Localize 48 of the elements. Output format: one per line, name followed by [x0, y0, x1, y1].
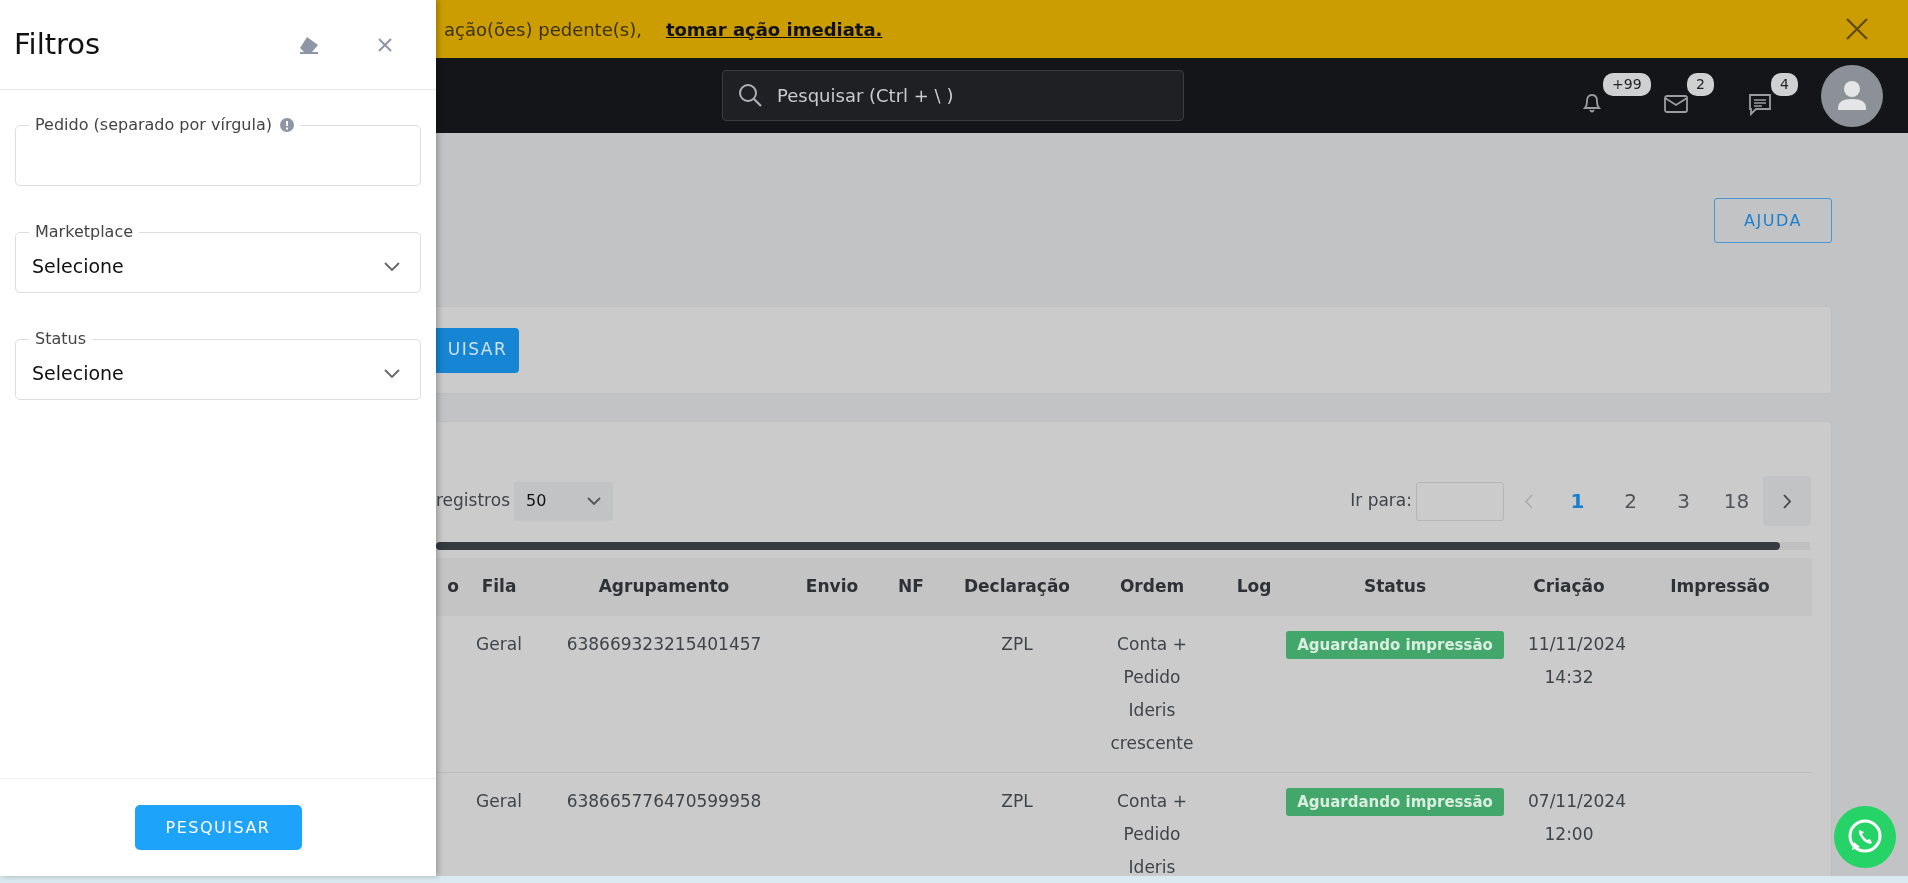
table-cell: 07/11/2024 12:00	[1510, 772, 1628, 876]
table-cell: Geral	[470, 616, 528, 773]
chevron-down-icon	[384, 368, 400, 379]
page-link[interactable]: 18	[1710, 486, 1763, 516]
chevron-down-icon	[587, 496, 601, 506]
table-cell: Geral	[470, 772, 528, 876]
table-cell: 11/11/2024 14:32	[1510, 616, 1628, 773]
page-link[interactable]: 3	[1657, 486, 1710, 516]
table-cell: 638669323215401457	[528, 616, 800, 773]
column-header[interactable]: Impressão	[1628, 558, 1812, 616]
avatar[interactable]	[1821, 64, 1883, 127]
table-cell: 638665776470599958	[528, 772, 800, 876]
chevron-down-icon	[384, 261, 400, 272]
close-icon[interactable]	[378, 37, 392, 52]
search-field[interactable]: Pesquisar (Ctrl + \ )	[722, 70, 1184, 121]
eraser-icon[interactable]	[298, 35, 320, 54]
column-header[interactable]: Criação	[1510, 558, 1628, 616]
column-header[interactable]: Declaração	[958, 558, 1076, 616]
count-badge: +99	[1603, 72, 1651, 96]
alert-message: ação(ões) pedente(s),	[444, 17, 642, 42]
status-badge: Aguardando impressão	[1286, 788, 1504, 816]
page-size-label: registros	[436, 489, 510, 513]
page-size-select[interactable]: 50	[514, 481, 613, 521]
count-badge: 4	[1771, 72, 1798, 96]
column-header[interactable]: Ordem	[1076, 558, 1228, 616]
go-to-label: Ir para:	[1350, 489, 1412, 513]
column-header[interactable]: NF	[864, 558, 958, 616]
field-label: Pedido (separado por vírgula)	[35, 114, 272, 136]
alert-link[interactable]: tomar ação imediata.	[665, 15, 883, 43]
column-header[interactable]: Log	[1228, 558, 1280, 616]
column-header[interactable]: Envio	[800, 558, 864, 616]
page-link[interactable]: 2	[1604, 486, 1657, 516]
column-header[interactable]: Fila	[470, 558, 528, 616]
scrollbar[interactable]	[436, 542, 1810, 550]
table-cell: ZPL	[958, 772, 1076, 876]
table-cell: ZPL	[958, 616, 1076, 773]
search-icon	[738, 83, 762, 107]
info-icon	[279, 118, 294, 132]
close-icon[interactable]	[1846, 18, 1868, 40]
column-header[interactable]: Agrupamento	[528, 558, 800, 616]
table-cell-text: Conta + Pedido Ideris crescente	[1109, 633, 1195, 755]
column-header[interactable]: Status	[1280, 558, 1510, 616]
column-header[interactable]: o	[436, 558, 470, 616]
count-badge: 2	[1687, 72, 1714, 96]
panel-title: Filtros	[14, 25, 101, 63]
table-cell-text: Conta + Pedido Ideris	[1116, 790, 1188, 876]
status-badge: Aguardando impressão	[1286, 631, 1504, 659]
chevron-right-icon	[1782, 493, 1792, 509]
